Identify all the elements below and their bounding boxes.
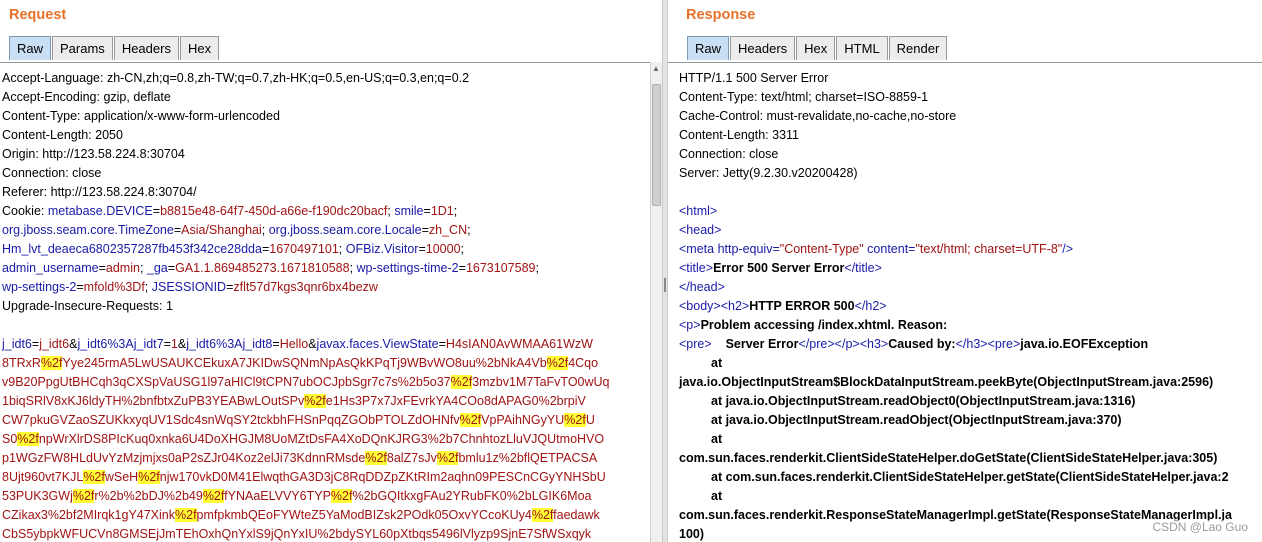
meta-line: <meta http-equiv="Content-Type" content=…: [679, 242, 1074, 256]
response-tab-html[interactable]: HTML: [836, 36, 888, 60]
body-line-5: CW7pkuGVZaoSZUKkxyqUV1Sdc4snWqSY2tckbhFH…: [2, 413, 595, 427]
body-line-3: v9B20PpgUtBHCqh3qCXSpVaUSG1l97aHICl9tCPN…: [2, 375, 610, 389]
scroll-up-arrow-icon[interactable]: ▲: [652, 64, 660, 74]
response-header-server: Server: Jetty(9.2.30.v20200428): [679, 166, 858, 180]
stack-at-1: at: [711, 356, 723, 370]
request-tab-params[interactable]: Params: [52, 36, 113, 60]
p-line: <p>Problem accessing /index.xhtml. Reaso…: [679, 318, 948, 332]
stack-line-3: at java.io.ObjectInputStream.readObject(…: [711, 413, 1122, 427]
request-tabs: Raw Params Headers Hex: [9, 36, 220, 61]
request-editor[interactable]: Accept-Language: zh-CN,zh;q=0.8,zh-TW;q=…: [0, 62, 650, 542]
header-accept-encoding: Accept-Encoding: gzip, deflate: [2, 90, 171, 104]
body-h2-line: <body><h2>HTTP ERROR 500</h2>: [679, 299, 887, 313]
request-scrollbar[interactable]: ▲: [650, 62, 662, 542]
header-referer: Referer: http://123.58.224.8:30704/: [2, 185, 197, 199]
header-origin: Origin: http://123.58.224.8:30704: [2, 147, 185, 161]
stack-line-2: at java.io.ObjectInputStream.readObject0…: [711, 394, 1136, 408]
header-content-length: Content-Length: 2050: [2, 128, 123, 142]
stack-line-4: com.sun.faces.renderkit.ClientSideStateH…: [679, 451, 1218, 465]
header-content-type: Content-Type: application/x-www-form-url…: [2, 109, 280, 123]
request-title: Request: [9, 7, 67, 23]
body-line-6: S0%2fnpWrXlrDS8PIcKuq0xnka6U4DoXHGJM8UoM…: [2, 432, 605, 446]
response-tab-render[interactable]: Render: [888, 36, 948, 60]
head-open: <head>: [679, 223, 722, 237]
watermark: CSDN @Lao Guo: [1152, 520, 1248, 534]
request-scrollbar-thumb[interactable]: [652, 84, 661, 206]
response-tab-hex[interactable]: Hex: [796, 36, 836, 60]
request-tab-hex[interactable]: Hex: [179, 36, 220, 60]
cookie-line-4: admin_username=admin; _ga=GA1.1.86948527…: [2, 261, 539, 275]
response-tabs: Raw Headers Hex HTML Render: [687, 36, 948, 61]
body-line-8: 8Ujt960vt7KJL%2fwSeH%2fnjw170vkD0M41Elwq…: [2, 470, 606, 484]
response-pane: Response Raw Headers Hex HTML Render HTT…: [668, 0, 1262, 542]
head-close: </head>: [679, 280, 725, 294]
stack-line-1: java.io.ObjectInputStream$BlockDataInput…: [679, 375, 1214, 389]
body-line-4: 1biqSRlV8xKJ6ldyTH%2bnfbtxZuPB3YEABwLOut…: [2, 394, 586, 408]
cookie-line-3: Hm_lvt_deaeca6802357287fb453f342ce28dda=…: [2, 242, 465, 256]
response-tab-raw[interactable]: Raw: [687, 36, 730, 60]
response-tab-headers[interactable]: Headers: [730, 36, 796, 60]
response-header-cache-control: Cache-Control: must-revalidate,no-cache,…: [679, 109, 957, 123]
splitter-grip-icon[interactable]: [664, 278, 666, 292]
request-tab-raw[interactable]: Raw: [9, 36, 52, 60]
body-line-10: CZikax3%2bf2MIrqk1gY47Xink%2fpmfpkmbQEoF…: [2, 508, 600, 522]
stack-line-5: at com.sun.faces.renderkit.ClientSideSta…: [711, 470, 1229, 484]
request-tab-headers[interactable]: Headers: [113, 36, 179, 60]
stack-at-2: at: [711, 432, 723, 446]
response-status-line: HTTP/1.1 500 Server Error: [679, 71, 829, 85]
header-upgrade-insecure: Upgrade-Insecure-Requests: 1: [2, 299, 173, 313]
body-line-1: j_idt6=j_idt6&j_idt6%3Aj_idt7=1&j_idt6%3…: [2, 337, 593, 351]
cookie-line-5: wp-settings-2=mfold%3Df; JSESSIONID=zflt…: [2, 280, 378, 294]
response-editor[interactable]: HTTP/1.1 500 Server Error Content-Type: …: [668, 62, 1262, 542]
response-header-content-type: Content-Type: text/html; charset=ISO-885…: [679, 90, 929, 104]
body-line-9: 53PUK3GWj%2fr%2b%2bDJ%2b49%2ffYNAaELVVY6…: [2, 489, 592, 503]
body-line-7: p1WGzFW8HLdUvYzMzjmjxs0aP2sZJr04Koz2elJi…: [2, 451, 598, 465]
response-header-content-length: Content-Length: 3311: [679, 128, 800, 142]
response-header-connection: Connection: close: [679, 147, 779, 161]
pre-line: <pre> Server Error</pre></p><h3>Caused b…: [679, 337, 1149, 351]
request-pane: Request Raw Params Headers Hex Accept-La…: [0, 0, 662, 542]
response-title: Response: [686, 7, 756, 23]
header-cookie: Cookie: metabase.DEVICE=b8815e48-64f7-45…: [2, 204, 458, 218]
body-line-11: CbS5ybpkWFUCVn8GMSEjJmTEhOxhQnYxlS9jQnYx…: [2, 527, 592, 541]
header-connection: Connection: close: [2, 166, 102, 180]
cookie-line-2: org.jboss.seam.core.TimeZone=Asia/Shangh…: [2, 223, 471, 237]
header-accept-language: Accept-Language: zh-CN,zh;q=0.8,zh-TW;q=…: [2, 71, 470, 85]
body-line-2: 8TRxR%2fYye245rmA5LwUSAUKCEkuxA7JKIDwSQN…: [2, 356, 599, 370]
stack-at-3: at: [711, 489, 723, 503]
html-open: <html>: [679, 204, 718, 218]
title-line: <title>Error 500 Server Error</title>: [679, 261, 882, 275]
